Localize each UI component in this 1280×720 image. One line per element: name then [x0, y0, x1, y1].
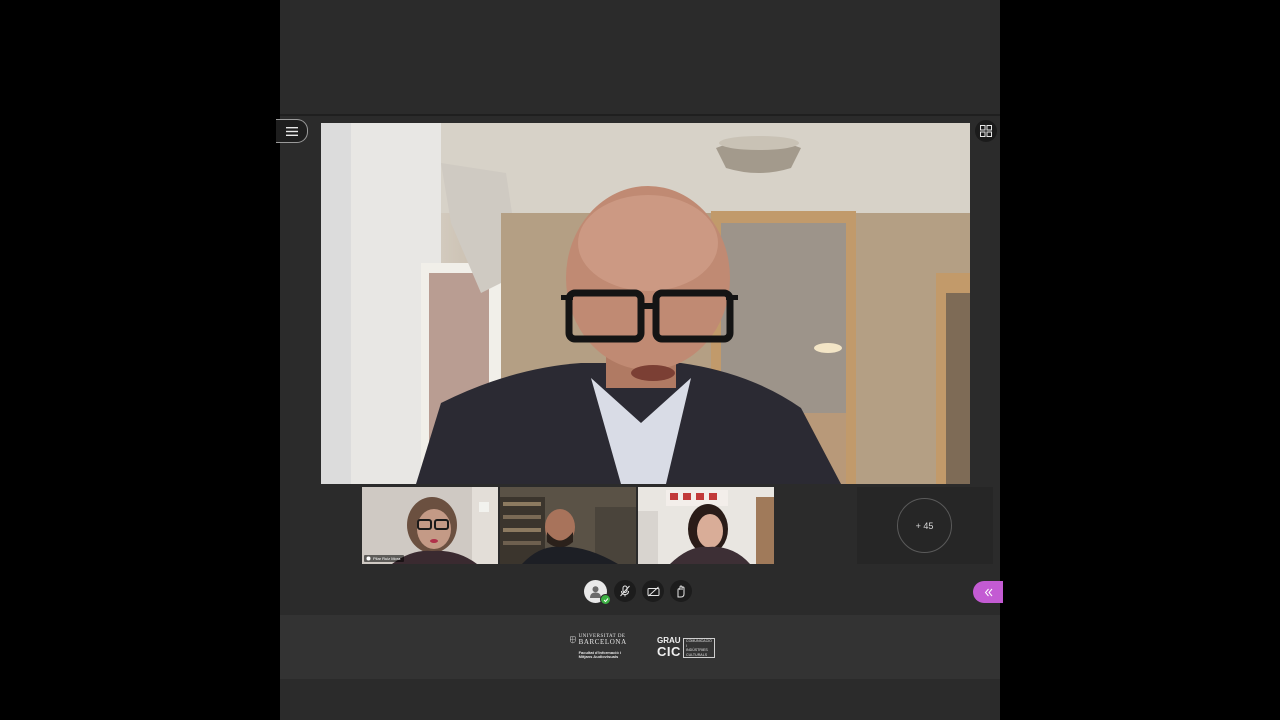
participant-video [362, 487, 498, 564]
participant-video [638, 487, 774, 564]
double-chevron-left-icon [984, 588, 992, 596]
participant-tile[interactable] [638, 487, 774, 564]
more-participants-tile[interactable]: + 45 [857, 487, 993, 564]
ub-name-line2: BARCELONA [578, 638, 627, 646]
hamburger-icon [285, 126, 298, 136]
grid-view-icon [980, 125, 992, 137]
collaborate-app: Pilar Ruiz Mora + 45 UNIVERSITAT DE BARC… [276, 0, 1003, 720]
cic-name-label: CIC [657, 644, 681, 659]
ub-crest-icon [570, 636, 576, 644]
cic-subtitle-box: COMUNICACIÓ I INDÚSTRIES CULTURALS [683, 638, 715, 658]
microphone-off-icon [620, 585, 630, 597]
session-menu-button[interactable] [276, 119, 308, 143]
cic-line1: COMUNICACIÓ [686, 639, 712, 643]
universitat-barcelona-logo: UNIVERSITAT DE BARCELONA Facultat d'Info… [570, 634, 630, 668]
participant-name-tag: Pilar Ruiz Mora [364, 555, 405, 562]
more-participants-count[interactable]: + 45 [897, 498, 952, 553]
my-status-button[interactable] [584, 580, 611, 605]
footer-logos: UNIVERSITAT DE BARCELONA Facultat d'Info… [280, 615, 1000, 679]
active-speaker-video [321, 123, 970, 484]
raise-hand-icon [677, 584, 685, 597]
top-bar [280, 0, 1000, 116]
participant-strip: Pilar Ruiz Mora + 45 [362, 487, 993, 564]
collaborate-panel-toggle[interactable] [973, 581, 1003, 603]
participant-tile[interactable] [500, 487, 636, 564]
camera-toggle-button[interactable] [642, 580, 664, 602]
grau-cic-logo: GRAU CIC COMUNICACIÓ I INDÚSTRIES CULTUR… [657, 636, 717, 661]
grid-view-button[interactable] [975, 120, 997, 142]
raise-hand-button[interactable] [670, 580, 692, 602]
session-controls [584, 580, 694, 605]
cic-line4: CULTURALS [686, 652, 708, 657]
participant-video [500, 487, 636, 564]
participant-tile[interactable]: Pilar Ruiz Mora [362, 487, 498, 564]
camera-off-icon [647, 586, 659, 596]
status-ok-indicator [600, 594, 611, 605]
talking-indicator-icon [366, 556, 371, 561]
microphone-toggle-button[interactable] [614, 580, 636, 602]
ub-faculty: Facultat d'Informació i Mitjans Audiovis… [578, 650, 622, 659]
check-icon [603, 597, 608, 602]
speaker-video-frame [321, 123, 970, 484]
participant-name: Pilar Ruiz Mora [373, 556, 401, 561]
